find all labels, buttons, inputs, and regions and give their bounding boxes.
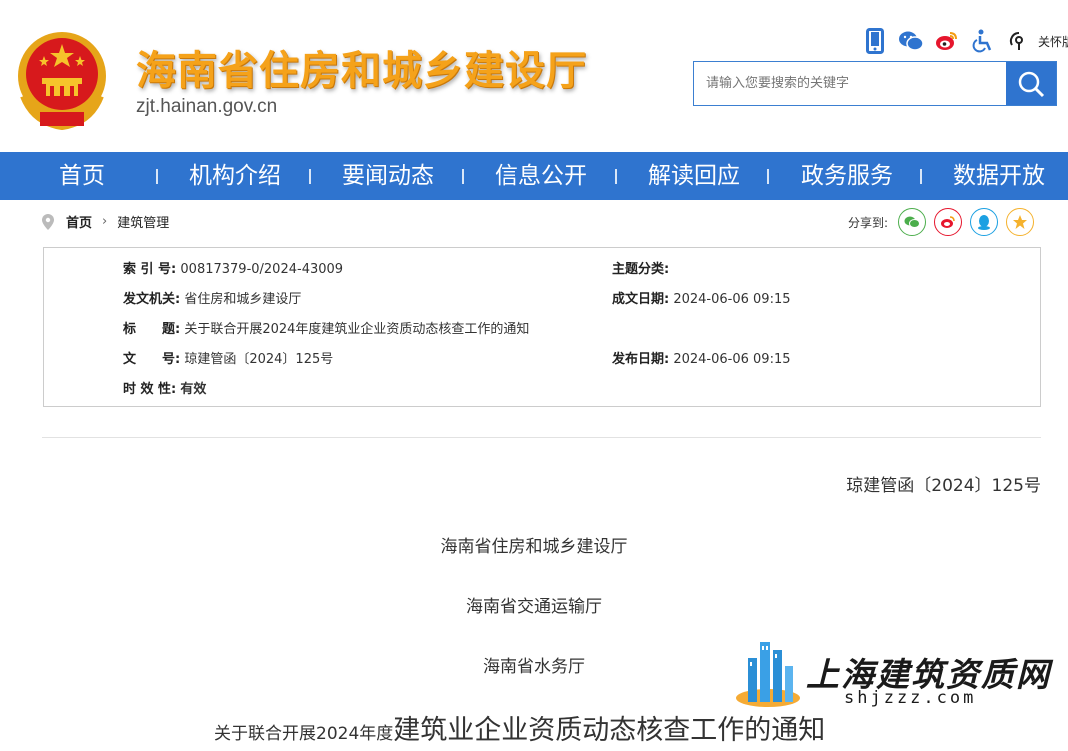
main-nav: 首页 机构介绍 要闻动态 信息公开 解读回应 政务服务 数据开放: [0, 152, 1068, 200]
search-box: [693, 61, 1057, 106]
location-pin-icon: [42, 213, 54, 230]
nav-separator: [156, 169, 158, 184]
meta-issuer-value: 省住房和城乡建设厅: [184, 292, 302, 307]
meta-issuer-key: 发文机关:: [123, 292, 181, 307]
nav-separator: [920, 169, 922, 184]
content-divider: [42, 437, 1041, 438]
nav-item-home[interactable]: 首页: [59, 152, 105, 200]
meta-title-row: 标 题: 关于联合开展2024年度建筑业企业资质动态核查工作的通知: [123, 318, 529, 337]
nav-item-interpretation[interactable]: 解读回应: [648, 152, 740, 200]
site-header: 海南省住房和城乡建设厅 zjt.hainan.gov.cn 关怀版: [0, 0, 1068, 152]
share-weibo-button[interactable]: [934, 208, 963, 236]
article-doc-number: 琼建管函〔2024〕125号: [846, 476, 1041, 496]
meta-published-row: 发布日期: 2024-06-06 09:15: [612, 348, 791, 367]
share-bar: 分享到:: [848, 208, 1035, 236]
document-meta-table: 索 引 号: 00817379-0/2024-43009 主题分类: 发文机关:…: [43, 247, 1041, 407]
care-mode-label[interactable]: 关怀版: [1038, 33, 1068, 50]
meta-issuer-row: 发文机关: 省住房和城乡建设厅: [123, 288, 301, 307]
qzone-star-icon: [1013, 215, 1028, 229]
meta-validity-key: 时 效 性:: [123, 382, 177, 397]
breadcrumb-current[interactable]: 建筑管理: [117, 212, 169, 231]
meta-created-value: 2024-06-06 09:15: [673, 292, 791, 307]
meta-created-key: 成文日期:: [612, 292, 670, 307]
wechat-icon: [904, 216, 921, 228]
national-emblem-icon: [14, 26, 110, 131]
meta-index-value: 00817379-0/2024-43009: [180, 262, 344, 277]
share-label: 分享到:: [848, 215, 889, 230]
care-mode-icon[interactable]: [1006, 28, 1032, 54]
meta-topic-key: 主题分类:: [612, 262, 670, 277]
accessibility-icon[interactable]: [970, 28, 996, 54]
building-logo-icon: [736, 642, 800, 707]
meta-docno-key: 文 号:: [123, 352, 181, 367]
meta-docno-value: 琼建管函〔2024〕125号: [184, 352, 334, 367]
meta-published-value: 2024-06-06 09:15: [673, 352, 791, 367]
nav-item-news[interactable]: 要闻动态: [342, 152, 434, 200]
watermark-domain: shjzzz.com: [844, 688, 977, 708]
search-button[interactable]: [1006, 62, 1056, 105]
weibo-icon: [941, 216, 955, 228]
weibo-icon[interactable]: [934, 28, 960, 54]
share-wechat-button[interactable]: [898, 208, 927, 236]
meta-title-key: 标 题:: [123, 322, 181, 337]
nav-separator: [615, 169, 617, 184]
meta-topic-row: 主题分类:: [612, 258, 669, 277]
meta-index-key: 索 引 号:: [123, 262, 177, 277]
meta-docno-row: 文 号: 琼建管函〔2024〕125号: [123, 348, 333, 367]
nav-item-open-data[interactable]: 数据开放: [953, 152, 1045, 200]
wechat-icon[interactable]: [898, 28, 924, 54]
nav-separator: [462, 169, 464, 184]
mobile-icon[interactable]: [862, 28, 888, 54]
nav-separator: [767, 169, 769, 184]
qq-icon: [978, 215, 991, 230]
breadcrumb-home[interactable]: 首页: [66, 212, 92, 231]
nav-item-about[interactable]: 机构介绍: [189, 152, 281, 200]
article-title-main: 建筑业企业资质动态核查工作的通知: [393, 715, 826, 746]
breadcrumb: 首页 › 建筑管理: [42, 212, 169, 231]
nav-item-gov-services[interactable]: 政务服务: [801, 152, 893, 200]
meta-validity-value: 有效: [180, 382, 207, 397]
watermark: 上海建筑资质网 shjzzz.com: [734, 636, 1049, 716]
meta-title-value: 关于联合开展2024年度建筑业企业资质动态核查工作的通知: [184, 322, 530, 337]
meta-index-row: 索 引 号: 00817379-0/2024-43009: [123, 258, 343, 277]
nav-separator: [309, 169, 311, 184]
meta-published-key: 发布日期:: [612, 352, 670, 367]
recipient-line: 海南省住房和城乡建设厅: [440, 537, 628, 557]
recipient-line: 海南省交通运输厅: [466, 597, 602, 617]
share-qzone-button[interactable]: [1006, 208, 1035, 236]
top-toolbar: 关怀版: [862, 28, 1068, 54]
site-domain: zjt.hainan.gov.cn: [136, 96, 278, 117]
article-title-prefix: 关于联合开展2024年度: [214, 724, 394, 744]
site-title: 海南省住房和城乡建设厅: [136, 48, 587, 94]
search-icon: [1018, 71, 1045, 97]
search-input[interactable]: [694, 62, 1006, 105]
meta-validity-row: 时 效 性: 有效: [123, 378, 206, 397]
share-qq-button[interactable]: [970, 208, 999, 236]
chevron-right-icon: ›: [102, 214, 108, 229]
meta-created-row: 成文日期: 2024-06-06 09:15: [612, 288, 791, 307]
nav-item-info-disclosure[interactable]: 信息公开: [495, 152, 587, 200]
